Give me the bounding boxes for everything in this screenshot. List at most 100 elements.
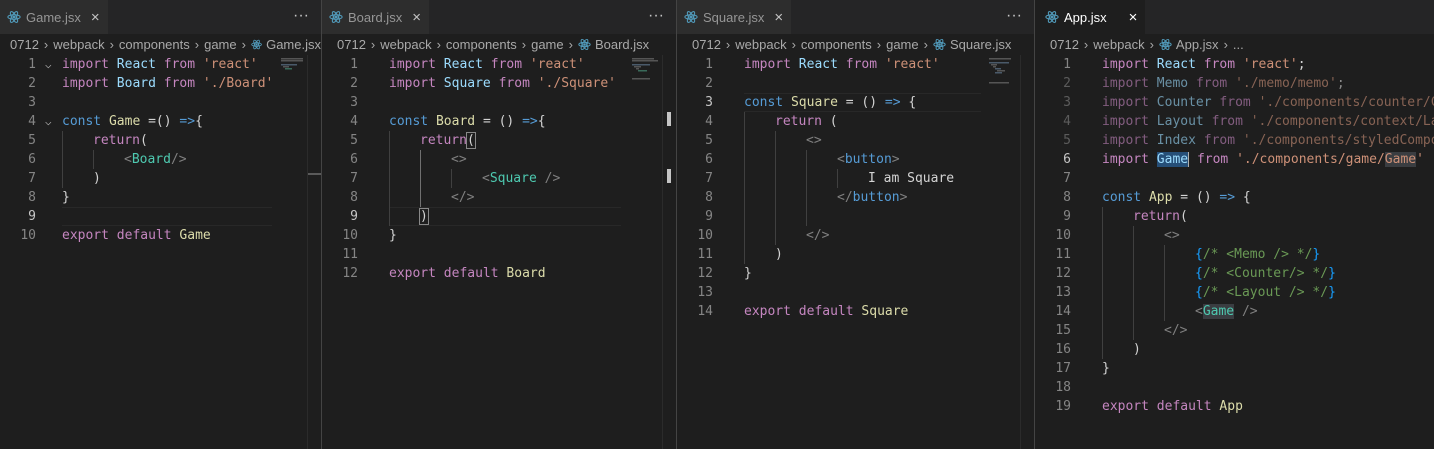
code-editor[interactable]: 1 import React from 'react' 2 import Squar… xyxy=(322,55,676,283)
tab-app-jsx[interactable]: App.jsx × xyxy=(1035,0,1146,34)
code-line: 11 {/* <Memo /> */} xyxy=(1035,245,1434,264)
breadcrumb-item[interactable]: webpack xyxy=(735,37,786,52)
indent-guide xyxy=(806,207,807,226)
code-line-current: 3 const Square = () => { xyxy=(677,93,1034,112)
breadcrumb-item[interactable]: Game.jsx xyxy=(266,37,321,52)
line-number: 4 xyxy=(705,114,713,129)
token: => xyxy=(179,114,196,129)
token: => xyxy=(1219,190,1236,205)
line-number: 5 xyxy=(705,133,713,148)
minimap[interactable] xyxy=(630,55,662,449)
line-number: 3 xyxy=(28,95,36,110)
token: I am Square xyxy=(868,171,955,186)
indent-guide xyxy=(389,207,390,226)
tab-board-jsx[interactable]: Board.jsx × xyxy=(322,0,429,34)
breadcrumb-item[interactable]: Square.jsx xyxy=(950,37,1011,52)
token: import xyxy=(1102,57,1149,72)
indent-guide xyxy=(775,207,776,226)
line-number: 10 xyxy=(342,228,358,243)
token: from xyxy=(490,57,523,72)
indent-guide xyxy=(62,150,63,169)
breadcrumb-item[interactable]: ... xyxy=(1233,37,1244,52)
code-line: 1 ⌵ import React from 'react' xyxy=(0,55,321,74)
breadcrumb-item[interactable]: 0712 xyxy=(692,37,721,52)
chevron-down-icon[interactable]: ⌵ xyxy=(45,112,52,131)
react-icon xyxy=(578,38,591,51)
breadcrumb: 0712 › webpack › components › game › Boa… xyxy=(322,34,676,55)
indent-guide xyxy=(451,169,452,188)
code-line: 8 const App = () => { xyxy=(1035,188,1434,207)
line-number: 4 xyxy=(28,114,36,129)
more-actions-icon[interactable]: ··· xyxy=(293,6,309,26)
token: return xyxy=(420,133,467,148)
token: ) xyxy=(93,171,101,186)
code-editor[interactable]: 1 ⌵ import React from 'react' 2 import Boar… xyxy=(0,55,321,245)
token: import xyxy=(1102,152,1149,167)
code-line: 8 </> xyxy=(322,188,676,207)
indent-guide xyxy=(775,169,776,188)
breadcrumb-item[interactable]: 0712 xyxy=(337,37,366,52)
code-line: 18 xyxy=(1035,378,1434,397)
breadcrumb-item[interactable]: components xyxy=(119,37,190,52)
breadcrumb-item[interactable]: webpack xyxy=(53,37,104,52)
code-line: 16) xyxy=(1035,340,1434,359)
code-line: 3 import Counter from './components/count… xyxy=(1035,93,1434,112)
indent-guide-active xyxy=(420,169,421,188)
minimap[interactable] xyxy=(279,55,307,449)
token: React xyxy=(798,57,838,72)
token: import xyxy=(744,57,791,72)
line-number: 4 xyxy=(350,114,358,129)
token: React xyxy=(443,57,483,72)
breadcrumb-item[interactable]: game xyxy=(886,37,919,52)
breadcrumb-item[interactable]: game xyxy=(204,37,237,52)
indent-guide xyxy=(806,169,807,188)
breadcrumb-item[interactable]: webpack xyxy=(1093,37,1144,52)
token: button xyxy=(852,190,900,205)
close-icon[interactable]: × xyxy=(91,10,100,25)
token: /* <Counter/> */ xyxy=(1202,266,1329,281)
indent-guide xyxy=(1164,245,1165,264)
indent-guide xyxy=(1102,340,1103,359)
code-line: 13 {/* <Layout /> */} xyxy=(1035,283,1434,302)
chevron-down-icon[interactable]: ⌵ xyxy=(45,55,52,74)
vertical-scrollbar[interactable] xyxy=(307,55,321,449)
token: const xyxy=(389,114,429,129)
breadcrumb-item[interactable]: components xyxy=(801,37,872,52)
line-number: 6 xyxy=(350,152,358,167)
breadcrumb-item[interactable]: webpack xyxy=(380,37,431,52)
breadcrumb-item[interactable]: Board.jsx xyxy=(595,37,649,52)
line-number: 2 xyxy=(705,76,713,91)
indent-guide xyxy=(1164,264,1165,283)
line-number: 6 xyxy=(705,152,713,167)
breadcrumb-item[interactable]: 0712 xyxy=(1050,37,1079,52)
tab-square-jsx[interactable]: Square.jsx × xyxy=(677,0,792,34)
tab-game-jsx[interactable]: Game.jsx × xyxy=(0,0,108,34)
breadcrumb-item[interactable]: components xyxy=(446,37,517,52)
breadcrumb-item[interactable]: App.jsx xyxy=(1176,37,1219,52)
minimap[interactable] xyxy=(987,55,1019,449)
token: 'react' xyxy=(529,57,585,72)
close-icon[interactable]: × xyxy=(1129,10,1138,25)
breadcrumb-item[interactable]: game xyxy=(531,37,564,52)
token: './components/styledCompo xyxy=(1242,133,1434,148)
code-line: 6 <Board/> xyxy=(0,150,321,169)
more-actions-icon[interactable]: ··· xyxy=(648,6,664,26)
close-icon[interactable]: × xyxy=(412,10,421,25)
token: from xyxy=(498,76,530,91)
more-actions-icon[interactable]: ··· xyxy=(1006,6,1022,26)
close-icon[interactable]: × xyxy=(774,10,783,25)
token: { xyxy=(1195,285,1203,300)
vertical-scrollbar[interactable] xyxy=(662,55,676,449)
token: } xyxy=(744,266,752,281)
vertical-scrollbar[interactable] xyxy=(1020,55,1034,449)
line-number: 3 xyxy=(350,95,358,110)
editor-pane-game: Game.jsx × ··· 0712 › webpack › componen… xyxy=(0,0,321,449)
code-editor[interactable]: 1 import React from 'react'; 2 import Memo… xyxy=(1035,55,1434,416)
tab-label: Square.jsx xyxy=(703,9,765,25)
code-line: 2 import Board from './Board' xyxy=(0,74,321,93)
breadcrumb-item[interactable]: 0712 xyxy=(10,37,39,52)
code-line: 10 <> xyxy=(1035,226,1434,245)
token: Board xyxy=(116,76,156,91)
code-editor[interactable]: 1 import React from 'react' 2 3 const Squa… xyxy=(677,55,1034,321)
line-number: 13 xyxy=(697,285,713,300)
